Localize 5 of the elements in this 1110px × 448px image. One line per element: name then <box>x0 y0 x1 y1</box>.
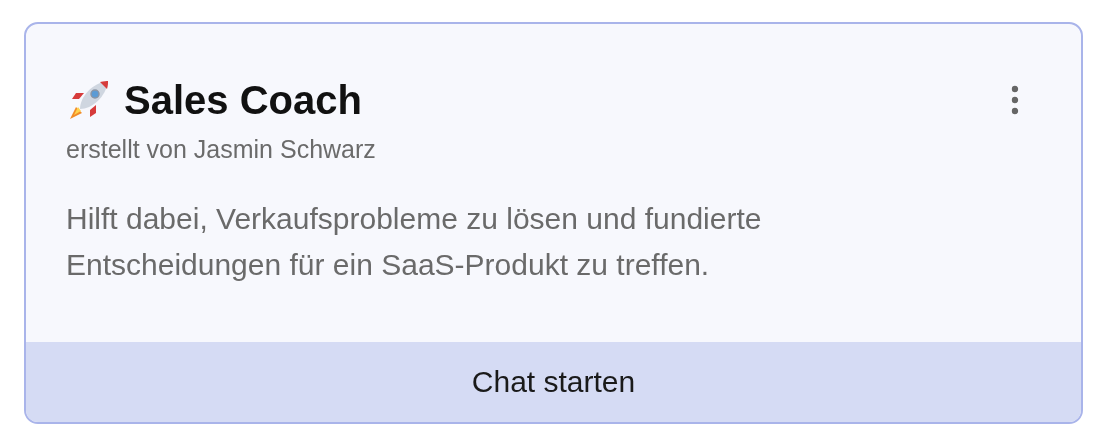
start-chat-button[interactable]: Chat starten <box>26 342 1081 422</box>
more-icon[interactable] <box>1009 83 1021 117</box>
description-text: Hilft dabei, Verkaufsprobleme zu lösen und fundierte Entscheidungen für ein SaaS-Produkt zu treffen. <box>66 201 763 283</box>
author-text: erstellt von Jasmin Schwarz <box>66 134 377 165</box>
card-title: Sales Coach <box>124 77 362 124</box>
